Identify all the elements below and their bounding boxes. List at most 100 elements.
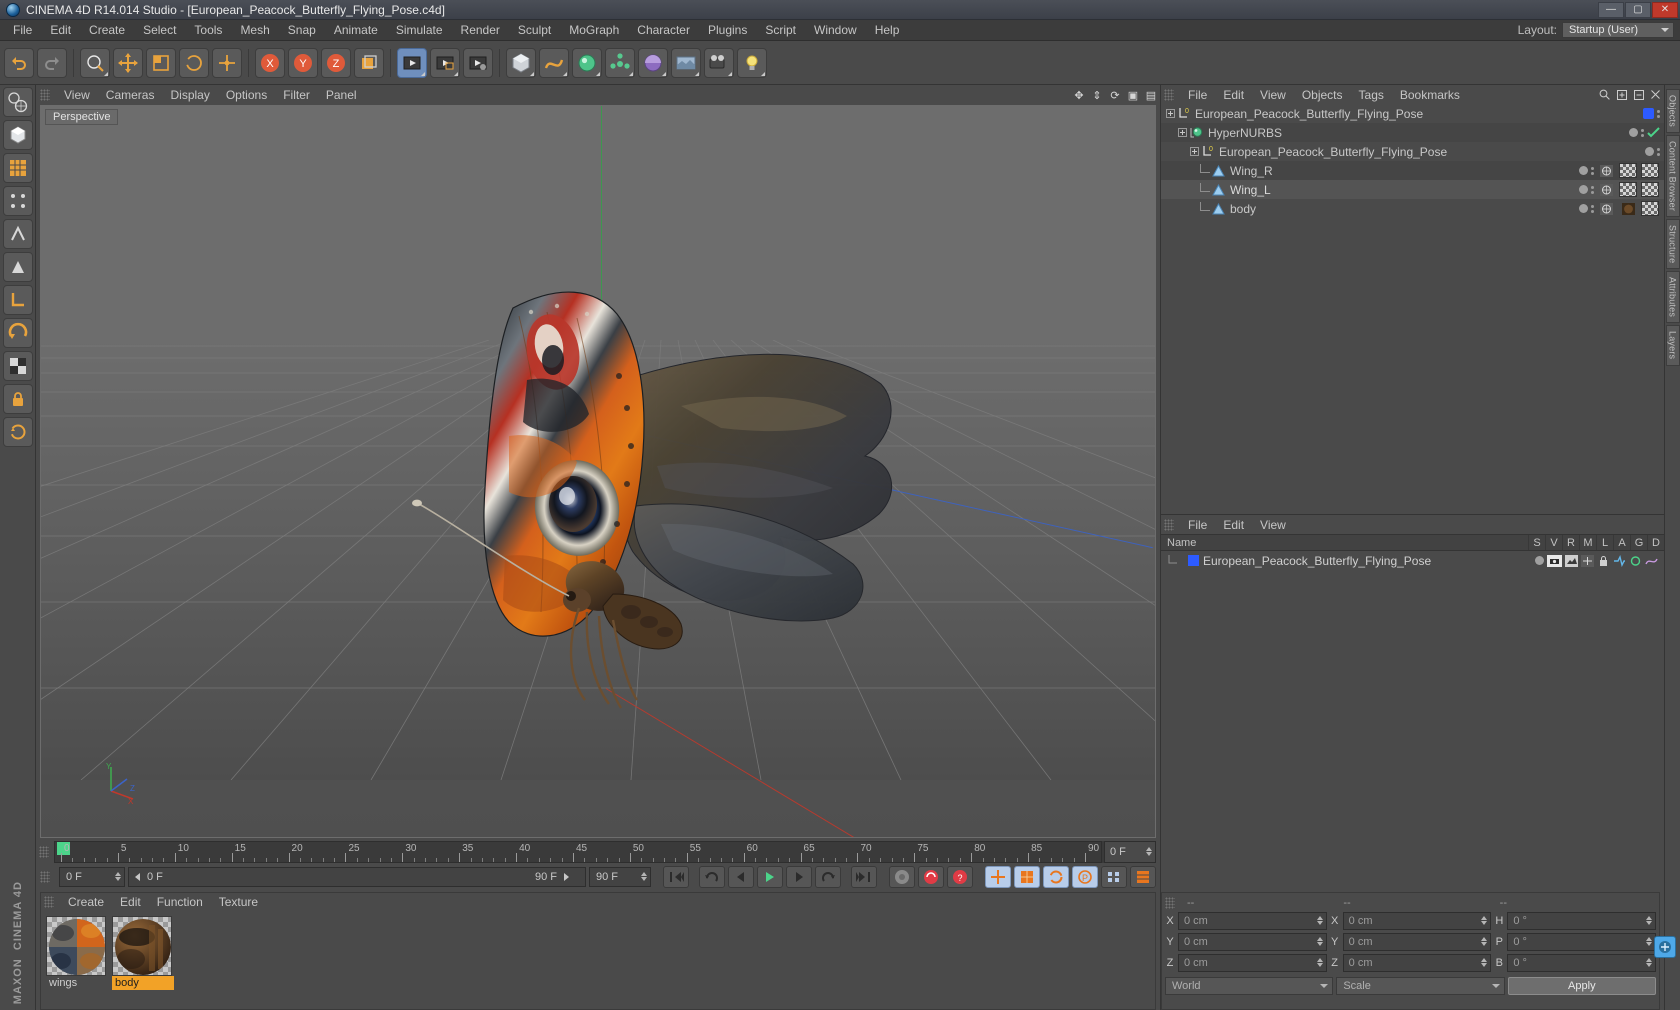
material-grip-icon[interactable] — [44, 896, 54, 908]
rotate-tool-button[interactable] — [179, 47, 209, 78]
animation-layers-button[interactable] — [1130, 866, 1156, 888]
texture-mode-button[interactable] — [2, 153, 33, 183]
scale-key-button[interactable] — [1014, 866, 1040, 888]
object-row-controls[interactable] — [1579, 163, 1664, 178]
coord-rot-p-field[interactable]: 0 ° — [1507, 932, 1657, 951]
live-selection-button[interactable] — [80, 47, 110, 78]
object-dot-icon[interactable] — [1629, 128, 1638, 137]
coord-size-x-field[interactable]: 0 cm — [1342, 911, 1492, 930]
expander-icon[interactable] — [1178, 128, 1187, 137]
layermgr-menu-file[interactable]: File — [1180, 517, 1215, 533]
dock-tab-attributes[interactable]: Attributes — [1665, 271, 1680, 324]
add-spline-button[interactable] — [539, 47, 569, 78]
layer-solo-dot-icon[interactable] — [1535, 556, 1544, 565]
viewport-menu-panel[interactable]: Panel — [318, 87, 365, 103]
move-tool-button[interactable] — [113, 47, 143, 78]
viewport-zoom-icon[interactable]: ⇕ — [1090, 88, 1104, 102]
layer-row-controls[interactable] — [1535, 554, 1664, 567]
menu-item-animate[interactable]: Animate — [325, 21, 387, 39]
texture-tag-icon[interactable] — [1641, 163, 1659, 178]
visibility-dots-icon[interactable] — [1641, 128, 1644, 137]
current-frame-field[interactable]: 0 F — [59, 867, 125, 887]
max-frame-field[interactable]: 90 F — [589, 867, 651, 887]
menu-item-create[interactable]: Create — [80, 21, 134, 39]
column-header-g[interactable]: G — [1630, 535, 1647, 550]
go-to-end-button[interactable] — [851, 866, 877, 888]
coordinate-mode-dropdown[interactable]: Scale — [1336, 976, 1505, 995]
objmgr-menu-view[interactable]: View — [1252, 87, 1294, 103]
deformer-icon[interactable] — [1645, 555, 1658, 567]
coordinate-system-dropdown[interactable]: World — [1165, 976, 1334, 995]
material-item-wings[interactable]: wings — [46, 916, 108, 1004]
keyframe-selection-button[interactable]: ? — [947, 866, 973, 888]
points-mode-button[interactable] — [2, 186, 33, 216]
panel-grip-icon[interactable] — [40, 89, 50, 101]
texture-tag-icon[interactable] — [1619, 182, 1637, 197]
column-header-a[interactable]: A — [1613, 535, 1630, 550]
column-header-l[interactable]: L — [1596, 535, 1613, 550]
coord-size-z-field[interactable]: 0 cm — [1342, 953, 1492, 972]
visibility-dots-icon[interactable] — [1657, 109, 1660, 118]
expand-icon[interactable] — [1615, 88, 1628, 101]
object-row-wing-r[interactable]: Wing_R — [1161, 161, 1664, 180]
layout-dropdown[interactable]: Startup (User) — [1562, 22, 1674, 38]
object-row-body[interactable]: body — [1161, 199, 1664, 218]
add-deformer-button[interactable] — [638, 47, 668, 78]
menu-item-snap[interactable]: Snap — [279, 21, 325, 39]
viewport-menu-view[interactable]: View — [56, 87, 98, 103]
rotation-key-button[interactable] — [1043, 866, 1069, 888]
manager-visible-icon[interactable] — [1581, 554, 1594, 567]
make-editable-button[interactable] — [2, 87, 33, 117]
object-row-child-null[interactable]: 0 European_Peacock_Butterfly_Flying_Pose — [1161, 142, 1664, 161]
step-back-button[interactable] — [728, 866, 754, 888]
viewport-solo-button[interactable] — [2, 351, 33, 381]
viewport-menu-display[interactable]: Display — [162, 87, 217, 103]
z-axis-lock-button[interactable]: Z — [321, 47, 351, 78]
spinner-icon[interactable] — [1481, 957, 1488, 967]
model-mode-button[interactable] — [2, 120, 33, 150]
timeline-grip-icon[interactable] — [39, 841, 54, 863]
object-dot-icon[interactable] — [1579, 185, 1588, 194]
dock-tab-objects[interactable]: Objects — [1665, 89, 1680, 133]
viewport-layout-icon[interactable]: ▤ — [1144, 88, 1158, 102]
spinner-icon[interactable] — [1481, 915, 1488, 925]
material-menu-texture[interactable]: Texture — [211, 894, 266, 910]
spinner-icon[interactable] — [1316, 936, 1323, 946]
expander-icon[interactable] — [1166, 109, 1175, 118]
play-button[interactable] — [757, 866, 783, 888]
object-row-controls[interactable] — [1629, 127, 1664, 138]
range-left-handle-icon[interactable] — [133, 872, 143, 882]
column-header-s[interactable]: S — [1528, 535, 1545, 550]
search-icon[interactable] — [1598, 88, 1611, 101]
material-menu-create[interactable]: Create — [60, 894, 112, 910]
add-nurbs-button[interactable] — [572, 47, 602, 78]
add-light-button[interactable] — [737, 47, 767, 78]
material-menu-edit[interactable]: Edit — [112, 894, 149, 910]
close-button[interactable]: ✕ — [1652, 1, 1678, 18]
menu-item-help[interactable]: Help — [866, 21, 909, 39]
layermgr-menu-edit[interactable]: Edit — [1215, 517, 1252, 533]
spinner-icon[interactable] — [1316, 915, 1323, 925]
dock-tab-content-browser[interactable]: Content Browser — [1665, 134, 1680, 217]
phong-tag-icon[interactable] — [1597, 163, 1615, 178]
menu-item-mograph[interactable]: MoGraph — [560, 21, 628, 39]
material-preview-body[interactable] — [112, 916, 172, 976]
enable-axis-button[interactable] — [2, 318, 33, 348]
visibility-dots-icon[interactable] — [1591, 185, 1594, 194]
lock-workplane-button[interactable] — [2, 384, 33, 414]
objmgr-menu-bookmarks[interactable]: Bookmarks — [1392, 87, 1468, 103]
texture-tag-icon[interactable] — [1641, 182, 1659, 197]
texture-tag-icon[interactable] — [1619, 163, 1637, 178]
object-row-wing-l[interactable]: Wing_L — [1161, 180, 1664, 199]
spinner-icon[interactable] — [1646, 936, 1653, 946]
viewport-rotate-icon[interactable]: ⟳ — [1108, 88, 1122, 102]
visibility-dots-icon[interactable] — [1591, 204, 1594, 213]
preview-range-field[interactable]: 0 F 90 F — [128, 867, 586, 887]
y-axis-lock-button[interactable]: Y — [288, 47, 318, 78]
play-backward-step-button[interactable] — [699, 866, 725, 888]
menu-item-mesh[interactable]: Mesh — [231, 21, 278, 39]
texture-tag-icon[interactable] — [1641, 201, 1659, 216]
maximize-button[interactable]: ▢ — [1625, 1, 1651, 18]
menu-item-plugins[interactable]: Plugins — [699, 21, 756, 39]
menu-item-sculpt[interactable]: Sculpt — [509, 21, 560, 39]
